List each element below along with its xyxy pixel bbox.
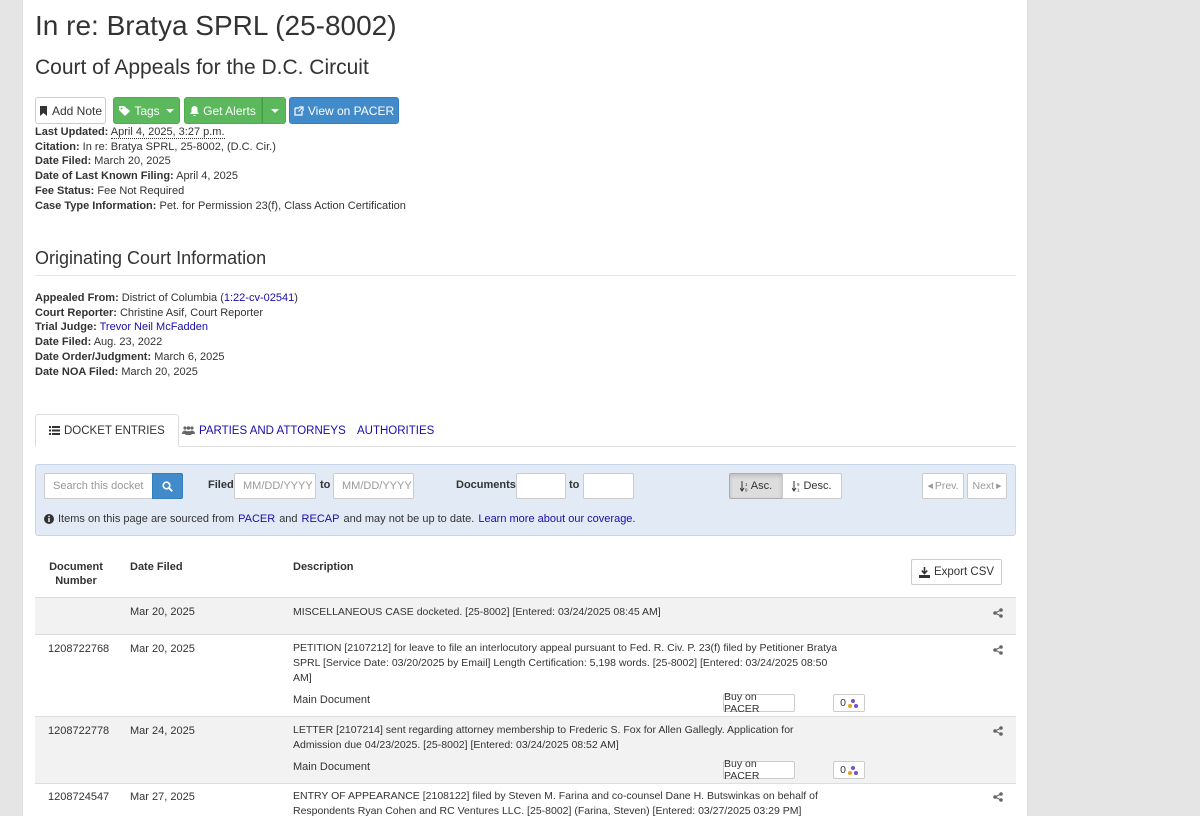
- district-case-link[interactable]: 1:22-cv-02541: [224, 292, 294, 304]
- main-document-label: Main Document: [293, 761, 371, 773]
- svg-text:1: 1: [797, 487, 800, 492]
- table-row: 1208722768 Mar 20, 2025 PETITION [210721…: [35, 635, 1016, 716]
- table-row: Mar 20, 2025 MISCELLANEOUS CASE docketed…: [35, 598, 1016, 634]
- tab-parties-and-attorneys[interactable]: PARTIES AND ATTORNEYS: [169, 414, 359, 447]
- get-alerts-button[interactable]: Get Alerts: [184, 97, 262, 124]
- filed-before-input[interactable]: MM/DD/YYYY: [333, 473, 414, 499]
- next-page-button[interactable]: Next ▶: [967, 473, 1007, 499]
- pacer-link[interactable]: PACER: [238, 513, 275, 525]
- chevron-right-icon: ▶: [996, 483, 1002, 490]
- share-icon[interactable]: [993, 608, 1003, 618]
- sort-ascending-button[interactable]: 19 Asc.: [729, 473, 783, 499]
- download-icon: [918, 566, 930, 578]
- add-note-button[interactable]: Add Note: [35, 97, 106, 124]
- fee-status-value: Fee Not Required: [97, 184, 185, 197]
- main-content: In re: Bratya SPRL (25-8002) Court of Ap…: [22, 0, 1028, 816]
- view-on-pacer-button[interactable]: View on PACER: [289, 97, 399, 124]
- share-icon[interactable]: [993, 792, 1003, 802]
- court-name: Court of Appeals for the D.C. Circuit: [35, 56, 369, 79]
- chevron-down-icon: [165, 108, 174, 113]
- last-updated-value: April 4, 2025, 3:27 p.m.: [110, 126, 225, 139]
- info-icon: [44, 514, 54, 524]
- recap-count-badge[interactable]: 0: [833, 694, 865, 712]
- svg-text:9: 9: [797, 482, 800, 487]
- share-icon[interactable]: [993, 726, 1003, 736]
- coverage-link[interactable]: Learn more about our coverage.: [478, 513, 635, 525]
- coverage-notice: Items on this page are sourced from PACE…: [44, 513, 635, 525]
- chevron-left-icon: ◀: [927, 483, 933, 490]
- external-link-icon: [294, 105, 304, 116]
- svg-text:9: 9: [745, 487, 748, 492]
- recap-icon: [847, 765, 858, 775]
- tags-button[interactable]: Tags: [113, 97, 180, 124]
- tab-authorities[interactable]: AUTHORITIES: [344, 414, 447, 447]
- search-button[interactable]: [152, 473, 183, 499]
- buy-on-pacer-button[interactable]: Buy on PACER: [723, 691, 795, 715]
- main-document-label: Main Document: [293, 694, 371, 706]
- tag-icon: [119, 105, 131, 116]
- column-header-date-filed: Date Filed: [130, 561, 183, 573]
- documents-from-input[interactable]: [516, 473, 566, 499]
- svg-text:1: 1: [745, 482, 748, 487]
- docket-filter-panel: Search this docket Filed MM/DD/YYYY to M…: [35, 464, 1016, 536]
- bell-icon: [190, 105, 200, 116]
- column-header-description: Description: [293, 561, 354, 573]
- sort-descending-button[interactable]: 91 Desc.: [782, 473, 842, 499]
- bookmark-icon: [39, 105, 47, 116]
- column-header-document-number: Document Number: [49, 561, 103, 587]
- recap-icon: [847, 698, 858, 708]
- recap-link[interactable]: RECAP: [302, 513, 340, 525]
- filed-after-input[interactable]: MM/DD/YYYY: [234, 473, 316, 499]
- docket-search-input[interactable]: Search this docket: [44, 473, 153, 499]
- originating-court-heading: Originating Court Information: [35, 248, 267, 268]
- trial-judge-link[interactable]: Trevor Neil McFadden: [100, 321, 208, 333]
- case-type-value: Pet. for Permission 23(f), Class Action …: [159, 199, 406, 212]
- page-title: In re: Bratya SPRL (25-8002): [35, 10, 397, 41]
- documents-to-input[interactable]: [583, 473, 634, 499]
- list-icon: [49, 426, 60, 435]
- export-csv-button[interactable]: Export CSV: [911, 559, 1002, 585]
- sort-descending-icon: 91: [792, 480, 800, 492]
- last-filing-value: April 4, 2025: [176, 170, 238, 183]
- date-filed-value: March 20, 2025: [94, 155, 171, 168]
- chevron-down-icon: [271, 108, 279, 113]
- case-metadata: Last Updated: April 4, 2025, 3:27 p.m. C…: [35, 126, 406, 212]
- tab-docket-entries[interactable]: DOCKET ENTRIES: [35, 414, 179, 447]
- citation-value: In re: Bratya SPRL, 25-8002, (D.C. Cir.): [82, 140, 276, 153]
- buy-on-pacer-button[interactable]: Buy on PACER: [723, 758, 795, 782]
- originating-court-info: Appealed From: District of Columbia (1:2…: [35, 292, 298, 378]
- alerts-dropdown-toggle[interactable]: [262, 97, 286, 124]
- prev-page-button[interactable]: ◀ Prev.: [922, 473, 964, 499]
- search-icon: [162, 480, 173, 492]
- divider: [35, 275, 1016, 276]
- recap-count-badge[interactable]: 0: [833, 761, 865, 779]
- sort-ascending-icon: 19: [739, 480, 748, 492]
- table-row: 1208724547 Mar 27, 2025 ENTRY OF APPEARA…: [35, 784, 1016, 816]
- table-row: 1208722778 Mar 24, 2025 LETTER [2107214]…: [35, 717, 1016, 783]
- users-icon: [182, 426, 195, 435]
- share-icon[interactable]: [993, 645, 1003, 655]
